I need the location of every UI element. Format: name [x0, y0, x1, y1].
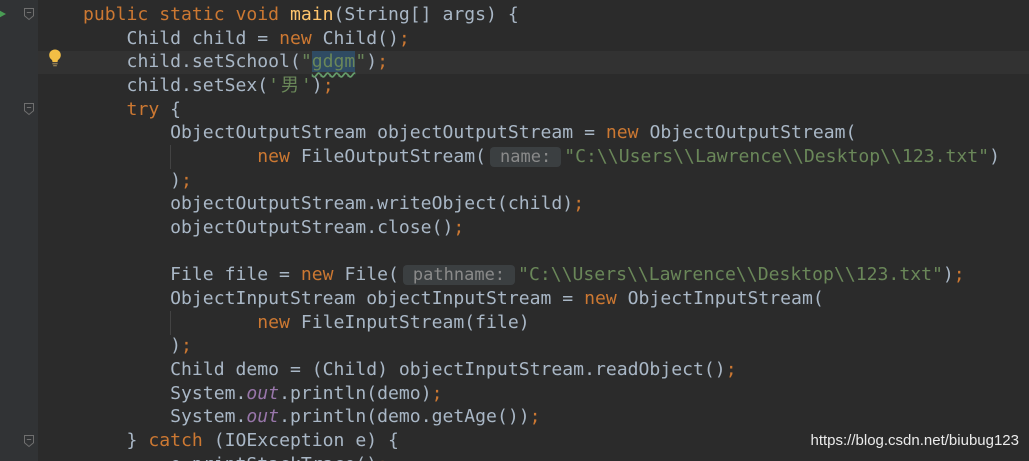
- punctuation-token[interactable]: ;: [432, 383, 443, 404]
- plain-token[interactable]: Child demo = (Child) objectInputStream.r…: [170, 359, 726, 380]
- keyword-token[interactable]: new: [257, 312, 290, 333]
- code-line[interactable]: System.out.println(demo);: [39, 382, 1024, 406]
- code-line[interactable]: new FileOutputStream(name: "C:\\Users\\La…: [39, 145, 1024, 169]
- plain-token[interactable]: {: [159, 99, 181, 120]
- watermark: https://blog.csdn.net/biubug123: [810, 432, 1020, 449]
- code-line[interactable]: Child child = new Child();: [39, 27, 1024, 51]
- plain-token[interactable]: ObjectOutputStream(: [639, 122, 856, 143]
- code-lines[interactable]: public static void main(String[] args) {…: [39, 3, 1024, 460]
- plain-token[interactable]: ObjectInputStream(: [617, 288, 824, 309]
- keyword-token[interactable]: public static void: [83, 4, 290, 25]
- plain-token[interactable]: objectOutputStream.writeObject(child): [170, 193, 573, 214]
- code-line[interactable]: );: [39, 334, 1024, 358]
- parameter-name-hint: name:: [490, 146, 562, 167]
- plain-token[interactable]: ObjectOutputStream objectOutputStream =: [170, 122, 606, 143]
- code-line[interactable]: ObjectOutputStream objectOutputStream = …: [39, 121, 1024, 145]
- plain-token[interactable]: }: [127, 430, 149, 451]
- code-line[interactable]: System.out.println(demo.getAge());: [39, 405, 1024, 429]
- code-area[interactable]: public static void main(String[] args) {…: [38, 0, 1029, 461]
- plain-token[interactable]: FileOutputStream(: [290, 146, 486, 167]
- plain-token[interactable]: Child child =: [127, 28, 280, 49]
- string-token[interactable]: "C:\\Users\\Lawrence\\Desktop\\123.txt": [518, 264, 943, 285]
- plain-token[interactable]: ): [943, 264, 954, 285]
- punctuation-token[interactable]: ;: [726, 359, 737, 380]
- code-line[interactable]: [39, 240, 1024, 264]
- run-icon[interactable]: [0, 7, 7, 21]
- plain-token[interactable]: ): [989, 146, 1000, 167]
- code-line[interactable]: objectOutputStream.close();: [39, 216, 1024, 240]
- static-field-token[interactable]: out: [246, 383, 279, 404]
- code-line[interactable]: ObjectInputStream objectInputStream = ne…: [39, 287, 1024, 311]
- editor-gutter: [0, 0, 38, 461]
- string-token[interactable]: ': [268, 75, 279, 96]
- plain-token[interactable]: System.: [170, 406, 246, 427]
- plain-token[interactable]: Child(): [312, 28, 399, 49]
- punctuation-token[interactable]: ;: [954, 264, 965, 285]
- string-token[interactable]: ": [301, 51, 312, 72]
- punctuation-token[interactable]: ;: [377, 51, 388, 72]
- punctuation-token[interactable]: ;: [377, 453, 388, 461]
- keyword-token[interactable]: new: [301, 264, 334, 285]
- plain-token[interactable]: File file =: [170, 264, 301, 285]
- plain-token[interactable]: ObjectInputStream objectInputStream =: [170, 288, 584, 309]
- plain-token[interactable]: .println(demo): [279, 383, 432, 404]
- plain-token[interactable]: ): [170, 170, 181, 191]
- keyword-token[interactable]: new: [279, 28, 312, 49]
- keyword-token[interactable]: new: [606, 122, 639, 143]
- punctuation-token[interactable]: ;: [530, 406, 541, 427]
- plain-token[interactable]: File(: [334, 264, 398, 285]
- keyword-token[interactable]: try: [127, 99, 160, 120]
- plain-token[interactable]: .println(demo.getAge()): [279, 406, 530, 427]
- code-line[interactable]: objectOutputStream.writeObject(child);: [39, 192, 1024, 216]
- code-line[interactable]: public static void main(String[] args) {: [39, 3, 1024, 27]
- code-line[interactable]: File file = new File(pathname: "C:\\Users…: [39, 263, 1024, 287]
- string-token[interactable]: gdgm: [311, 51, 356, 73]
- code-line[interactable]: e.printStackTrace();: [39, 453, 1024, 461]
- string-token[interactable]: 男: [279, 74, 301, 98]
- plain-token[interactable]: ): [312, 75, 323, 96]
- code-line[interactable]: );: [39, 169, 1024, 193]
- lightbulb-icon[interactable]: [47, 48, 63, 67]
- plain-token[interactable]: e.printStackTrace(): [170, 453, 377, 461]
- code-editor: public static void main(String[] args) {…: [0, 0, 1029, 461]
- fold-marker-icon[interactable]: [23, 7, 35, 21]
- code-line[interactable]: Child demo = (Child) objectInputStream.r…: [39, 358, 1024, 382]
- method-declaration-token[interactable]: main: [290, 4, 334, 25]
- punctuation-token[interactable]: ;: [181, 335, 192, 356]
- code-line[interactable]: child.setSex(' 男 ');: [39, 74, 1024, 98]
- plain-token[interactable]: System.: [170, 383, 246, 404]
- plain-token[interactable]: ): [170, 335, 181, 356]
- string-token[interactable]: "C:\\Users\\Lawrence\\Desktop\\123.txt": [564, 146, 989, 167]
- plain-token[interactable]: ): [366, 51, 377, 72]
- punctuation-token[interactable]: ;: [181, 170, 192, 191]
- keyword-token[interactable]: catch: [148, 430, 202, 451]
- plain-token[interactable]: child.setSex(: [127, 75, 269, 96]
- fold-marker-icon[interactable]: [23, 102, 35, 116]
- plain-token[interactable]: child.setSchool(: [127, 51, 301, 72]
- string-token[interactable]: ': [301, 75, 312, 96]
- code-line[interactable]: child.setSchool("gdgm");: [39, 50, 1024, 74]
- code-line[interactable]: new FileInputStream(file): [39, 311, 1024, 335]
- plain-token[interactable]: (String[] args) {: [334, 4, 519, 25]
- plain-token[interactable]: FileInputStream(file): [290, 312, 530, 333]
- plain-token[interactable]: objectOutputStream.close(): [170, 217, 453, 238]
- punctuation-token[interactable]: ;: [399, 28, 410, 49]
- string-token[interactable]: ": [355, 51, 366, 72]
- punctuation-token[interactable]: ;: [323, 75, 334, 96]
- keyword-token[interactable]: new: [257, 146, 290, 167]
- punctuation-token[interactable]: ;: [573, 193, 584, 214]
- static-field-token[interactable]: out: [246, 406, 279, 427]
- fold-marker-icon[interactable]: [23, 434, 35, 448]
- code-line[interactable]: try {: [39, 98, 1024, 122]
- keyword-token[interactable]: new: [584, 288, 617, 309]
- parameter-name-hint: pathname:: [402, 265, 516, 286]
- plain-token[interactable]: (IOException e) {: [203, 430, 399, 451]
- punctuation-token[interactable]: ;: [453, 217, 464, 238]
